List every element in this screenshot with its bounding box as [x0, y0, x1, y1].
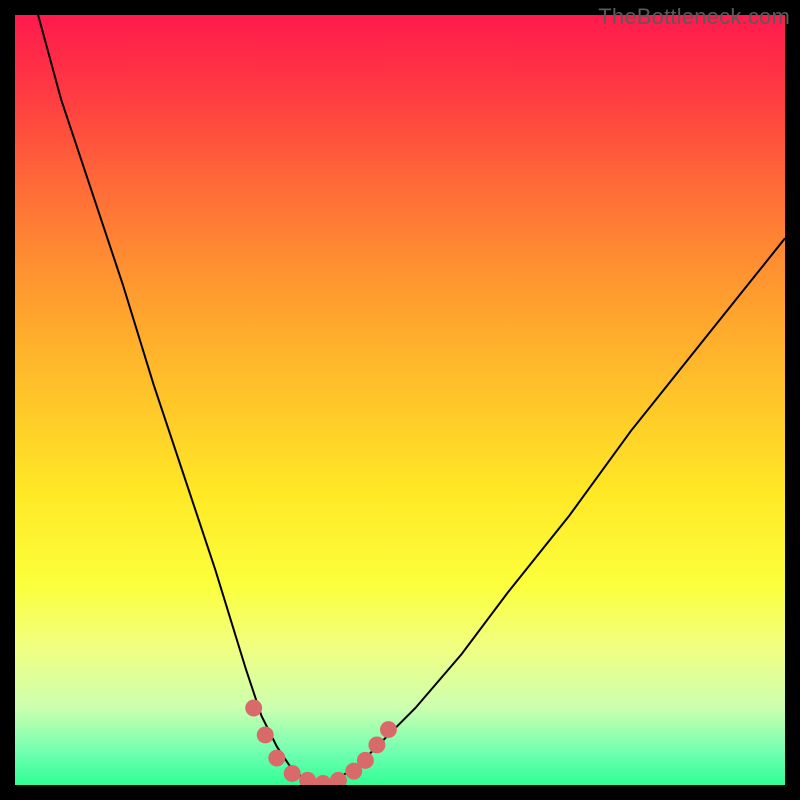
marker-dot: [380, 721, 397, 738]
marker-dot: [245, 700, 262, 717]
chart-frame: TheBottleneck.com: [0, 0, 800, 800]
marker-dot: [299, 772, 316, 785]
bottleneck-curve: [38, 15, 785, 785]
marker-dot: [315, 775, 332, 785]
marker-dot: [257, 726, 274, 743]
marker-dot: [357, 752, 374, 769]
watermark-text: TheBottleneck.com: [598, 4, 790, 30]
marker-dot: [284, 765, 301, 782]
curve-layer: [15, 15, 785, 785]
curve-path: [38, 15, 785, 785]
marker-dot: [268, 750, 285, 767]
marker-dot: [368, 736, 385, 753]
marker-dots: [245, 700, 397, 785]
plot-area: [15, 15, 785, 785]
